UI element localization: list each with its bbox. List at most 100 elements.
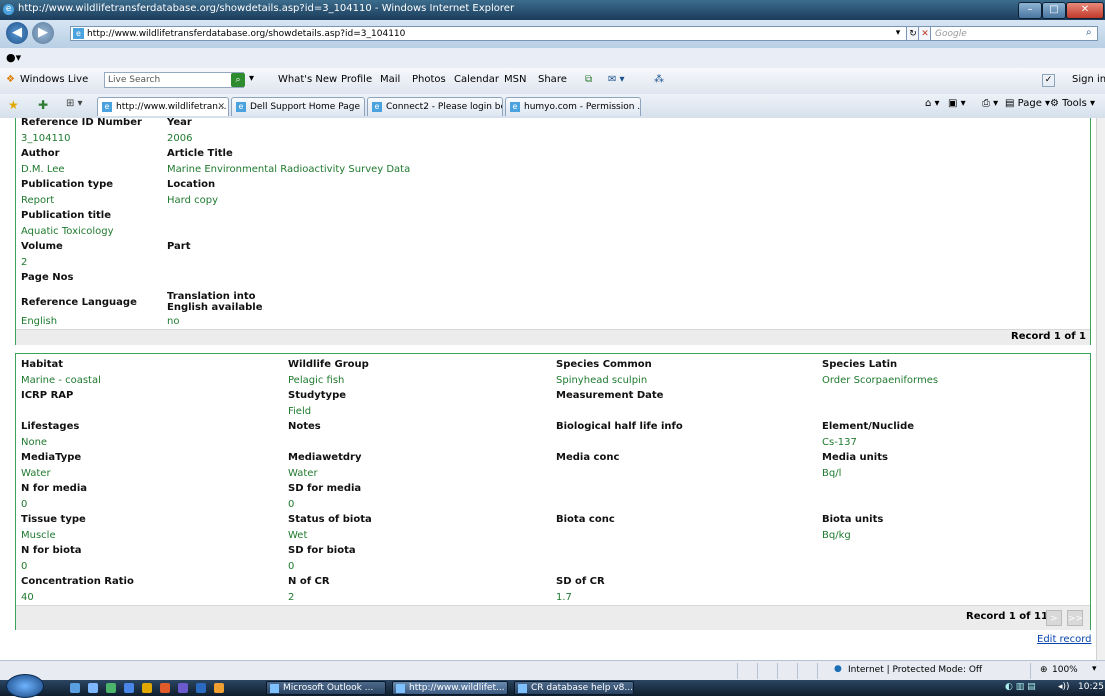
- record-count: Record 1 of 11: [966, 611, 1048, 622]
- status-divider: [737, 663, 738, 679]
- vertical-scrollbar[interactable]: [1096, 118, 1105, 660]
- quick-launch-icon[interactable]: [124, 683, 134, 693]
- favorites-star-icon[interactable]: ★: [8, 98, 19, 112]
- address-input[interactable]: e http://www.wildlifetransferdatabase.or…: [70, 26, 912, 41]
- field-value: 2006: [167, 133, 193, 144]
- field-label: Element/Nuclide: [822, 421, 915, 432]
- page-icon: e: [73, 28, 84, 39]
- minimize-button[interactable]: –: [1018, 2, 1042, 19]
- field-label: N for biota: [21, 545, 82, 556]
- field-label: Studytype: [288, 390, 347, 401]
- field-value: Bq/kg: [822, 530, 851, 541]
- back-button[interactable]: ◀: [6, 22, 28, 44]
- tools-menu-label: Tools: [1062, 98, 1087, 109]
- details-panel: Habitat Marine - coastal Wildlife Group Pel…: [15, 353, 1091, 630]
- field-label: N of CR: [288, 576, 330, 587]
- field-value: 0: [21, 561, 28, 572]
- field-label: Wildlife Group: [288, 359, 369, 370]
- field-value: Bq/l: [822, 468, 842, 479]
- link-profile[interactable]: Profile: [341, 74, 372, 85]
- field-label: SD of CR: [556, 576, 605, 587]
- link-whats-new[interactable]: What's New: [278, 74, 337, 85]
- page-menu[interactable]: ▤ Page ▾: [1005, 98, 1050, 109]
- field-value: None: [21, 437, 48, 448]
- share-icon[interactable]: ⧉: [585, 74, 592, 85]
- quick-launch-icon[interactable]: [106, 683, 116, 693]
- quick-launch-icon[interactable]: [142, 683, 152, 693]
- tab-connect2[interactable]: e Connect2 - Please login be...: [367, 97, 503, 116]
- sign-in-link[interactable]: Sign in: [1072, 74, 1105, 85]
- close-tab-icon[interactable]: ✕: [217, 98, 225, 116]
- quick-launch-icon[interactable]: [160, 683, 170, 693]
- show-desktop-icon[interactable]: [70, 683, 80, 693]
- forward-button[interactable]: ▶: [32, 22, 54, 44]
- tray-icons[interactable]: ◐ ▥ ▤: [1005, 682, 1036, 692]
- maximize-button[interactable]: □: [1042, 2, 1066, 19]
- messenger-icon[interactable]: ⁂: [654, 74, 664, 85]
- home-icon[interactable]: ⌂ ▾: [925, 98, 940, 109]
- field-value: 0: [288, 499, 295, 510]
- zoom-level[interactable]: 100%: [1052, 665, 1078, 675]
- link-mail[interactable]: Mail: [380, 74, 400, 85]
- field-label: Species Common: [556, 359, 652, 370]
- feeds-icon[interactable]: ▣ ▾: [948, 98, 966, 109]
- page-content: Reference ID Number 3_104110 Year 2006 A…: [0, 118, 1096, 660]
- favorites-feeds-icon[interactable]: ●▾: [6, 51, 21, 64]
- field-label: Reference ID Number: [21, 118, 142, 128]
- task-cr-database[interactable]: CR database help v8...: [514, 681, 634, 695]
- search-icon[interactable]: ⌕: [1086, 27, 1092, 38]
- field-label: Year: [167, 118, 192, 128]
- field-value: Hard copy: [167, 195, 218, 206]
- field-value: Field: [288, 406, 312, 417]
- windows-live-label[interactable]: Windows Live: [20, 74, 88, 85]
- close-window-button[interactable]: ✕: [1066, 2, 1104, 19]
- zoom-dropdown-icon[interactable]: ▾: [1092, 664, 1097, 674]
- volume-icon[interactable]: ◂)): [1058, 682, 1070, 692]
- menu-strip: ●▾: [0, 48, 1105, 69]
- field-value: Report: [21, 195, 55, 206]
- tab-dell-support[interactable]: e Dell Support Home Page: [231, 97, 365, 116]
- task-outlook[interactable]: Microsoft Outlook ...: [266, 681, 386, 695]
- field-value: D.M. Lee: [21, 164, 65, 175]
- live-search-input[interactable]: Live Search: [104, 72, 244, 88]
- field-label: Status of biota: [288, 514, 372, 525]
- checkbox-icon[interactable]: ✓: [1042, 74, 1055, 87]
- quick-launch-icon[interactable]: [214, 683, 224, 693]
- field-value: 2: [21, 257, 28, 268]
- address-dropdown-icon[interactable]: ▾: [891, 26, 905, 41]
- quick-tabs-icon[interactable]: ⊞ ▾: [66, 98, 83, 109]
- security-zone[interactable]: Internet | Protected Mode: Off: [848, 665, 982, 675]
- field-label: SD for media: [288, 483, 362, 494]
- next-record-button[interactable]: >: [1046, 610, 1062, 626]
- tools-menu[interactable]: ⚙ Tools ▾: [1050, 98, 1095, 109]
- tab-wildlife[interactable]: e http://www.wildlifetran... ✕: [97, 97, 229, 116]
- ie-page-icon: e: [510, 102, 520, 112]
- add-favorites-icon[interactable]: ✚: [38, 98, 48, 112]
- link-photos[interactable]: Photos: [412, 74, 446, 85]
- ie-icon: [396, 684, 405, 693]
- last-record-button[interactable]: >>: [1067, 610, 1083, 626]
- switch-windows-icon[interactable]: [88, 683, 98, 693]
- link-calendar[interactable]: Calendar: [454, 74, 499, 85]
- search-input[interactable]: Google: [930, 26, 1098, 41]
- task-ie-wildlife[interactable]: http://www.wildlifet...: [392, 681, 508, 695]
- quick-launch-icon[interactable]: [178, 683, 188, 693]
- print-icon[interactable]: ⎙ ▾: [982, 98, 998, 109]
- edit-record-link[interactable]: Edit record: [1037, 634, 1092, 645]
- quick-launch-icon[interactable]: [196, 683, 206, 693]
- tab-label: http://www.wildlifetran...: [116, 102, 227, 112]
- start-button[interactable]: [6, 674, 44, 698]
- link-share[interactable]: Share: [538, 74, 567, 85]
- document-icon: [518, 684, 527, 693]
- live-search-go-icon[interactable]: ⌕: [231, 73, 245, 87]
- field-label: Publication type: [21, 179, 114, 190]
- tab-humyo[interactable]: e humyo.com - Permission ...: [505, 97, 641, 116]
- field-value: Wet: [288, 530, 308, 541]
- field-value: Spinyhead sculpin: [556, 375, 648, 386]
- window-title: http://www.wildlifetransferdatabase.org/…: [18, 3, 515, 14]
- search-dropdown-icon[interactable]: ▾: [249, 73, 254, 84]
- zoom-icon[interactable]: ⊕: [1040, 665, 1048, 675]
- mail-icon[interactable]: ✉ ▾: [608, 74, 625, 85]
- link-msn[interactable]: MSN: [504, 74, 526, 85]
- field-value: Order Scorpaeniformes: [822, 375, 939, 386]
